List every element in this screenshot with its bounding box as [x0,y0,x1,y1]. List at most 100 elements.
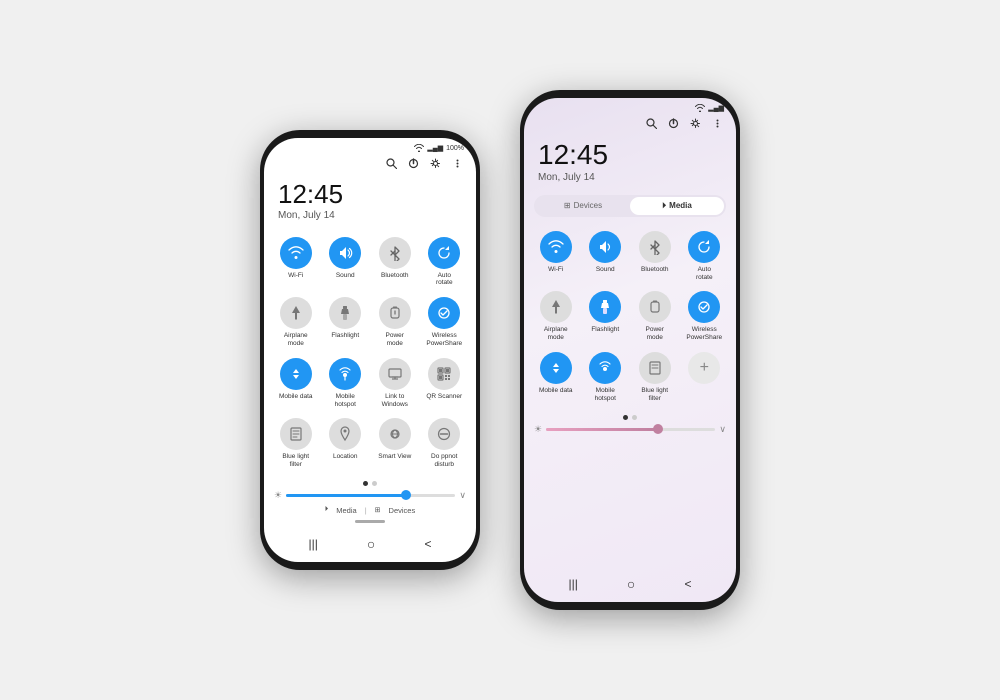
settings-icon-right[interactable] [688,116,702,130]
media-label-left[interactable]: Media [336,506,356,515]
nav-menu-right[interactable]: ||| [569,577,578,591]
clock-date-left: Mon, July 14 [278,210,462,221]
settings-icon-left[interactable] [428,156,442,170]
dot-inactive-left [372,481,377,486]
nav-home-left[interactable]: ○ [367,536,375,552]
clock-date-right: Mon, July 14 [538,172,722,183]
smartview-label-left: Smart View [378,453,411,461]
tile-smartview-left[interactable]: Smart View [371,414,419,473]
tile-mobiledata-right[interactable]: Mobile data [532,348,580,407]
home-indicator-left [264,518,476,525]
tab-devices[interactable]: ⊞ Devices [536,197,630,215]
signal-bars-right: ▂▄▆ [708,104,724,112]
tile-link-left[interactable]: Link toWindows [371,354,419,413]
tile-sound-left[interactable]: Sound [322,233,370,292]
plus-tile-icon-right: + [688,352,720,384]
autorotate-label-left: Autorotate [436,272,453,288]
tile-bluetooth-right[interactable]: Bluetooth [631,227,679,286]
tile-autorotate-right[interactable]: Autorotate [681,227,729,286]
power-icon-left[interactable] [406,156,420,170]
airplane-tile-icon-right [540,291,572,323]
tile-wifi-right[interactable]: Wi-Fi [532,227,580,286]
wireless-tile-icon [428,297,460,329]
hotspot-tile-icon [329,358,361,390]
more-icon-right[interactable] [710,116,724,130]
dnd-tile-icon [428,418,460,450]
clock-time-right: 12:45 [538,140,722,171]
autorotate-tile-icon-right [688,231,720,263]
link-label-left: Link toWindows [382,393,408,409]
expand-icon-left[interactable]: ∨ [459,490,466,501]
flashlight-tile-icon [329,297,361,329]
nav-back-left[interactable]: < [424,537,431,551]
autorotate-label-right: Autorotate [696,266,713,282]
tiles-grid-left: Wi-Fi Sound Bluetooth Auto [264,229,476,477]
smartview-tile-icon [379,418,411,450]
nav-bar-right: ||| ○ < [524,570,736,602]
tile-airplane-left[interactable]: Airplanemode [272,293,320,352]
tile-bluetooth-left[interactable]: Bluetooth [371,233,419,292]
location-tile-icon [329,418,361,450]
clock-time-left: 12:45 [278,180,462,209]
tile-hotspot-right[interactable]: Mobilehotspot [582,348,630,407]
wireless-label-left: WirelessPowerShare [426,332,462,348]
tile-sound-right[interactable]: Sound [582,227,630,286]
wifi-icon-right [695,104,705,112]
page-dots-right [524,415,736,420]
tile-autorotate-left[interactable]: Autorotate [421,233,469,292]
search-icon-right[interactable] [644,116,658,130]
dot-inactive-right [632,415,637,420]
tile-hotspot-left[interactable]: Mobilehotspot [322,354,370,413]
tile-location-left[interactable]: Location [322,414,370,473]
devices-icon-left: ⊞ [375,506,381,514]
tile-powermode-left[interactable]: Powermode [371,293,419,352]
wifi-tile-icon [280,237,312,269]
phone-left: ▂▄▆ 100% 12:45 Mon, July 14 [260,130,480,570]
status-bar-left: ▂▄▆ 100% [264,138,476,154]
tile-dnd-left[interactable]: Do ppnotdisturb [421,414,469,473]
tile-bluelight-left[interactable]: Blue lightfilter [272,414,320,473]
tab-media[interactable]: ⏵ Media [630,197,724,215]
media-tab-label: Media [669,201,692,210]
tile-mobiledata-left[interactable]: Mobile data [272,354,320,413]
top-icons-right [524,114,736,134]
signal-bars-left: ▂▄▆ [427,144,443,152]
dot-active-left [363,481,368,486]
expand-icon-right[interactable]: ∨ [719,424,726,435]
brightness-row-left: ☀ ∨ [264,488,476,503]
tile-wireless-left[interactable]: WirelessPowerShare [421,293,469,352]
power-icon-right[interactable] [666,116,680,130]
tile-plus-right[interactable]: + [681,348,729,407]
nav-home-right[interactable]: ○ [627,576,635,592]
bluetooth-label-right: Bluetooth [641,266,668,274]
brightness-slider-right[interactable] [546,428,715,431]
flashlight-tile-icon-right [589,291,621,323]
brightness-slider-left[interactable] [286,494,455,497]
tile-wifi-left[interactable]: Wi-Fi [272,233,320,292]
hotspot-label-right: Mobilehotspot [595,387,616,403]
screen-left: ▂▄▆ 100% 12:45 Mon, July 14 [264,138,476,562]
tile-qr-left[interactable]: QR Scanner [421,354,469,413]
tiles-grid-right: Wi-Fi Sound Bluetooth Auto [524,223,736,411]
nav-back-right[interactable]: < [684,577,691,591]
wifi-tile-icon-right [540,231,572,263]
more-icon-left[interactable] [450,156,464,170]
divider-left: | [365,506,367,515]
brightness-icon-left: ☀ [274,490,282,501]
tile-airplane-right[interactable]: Airplanemode [532,287,580,346]
bluetooth-tile-icon [379,237,411,269]
tile-wireless-right[interactable]: WirelessPowerShare [681,287,729,346]
media-icon-left: ⏵ [325,506,329,514]
media-tab-icon: ⏵ [662,201,666,211]
tile-bluelight-right[interactable]: Blue lightfilter [631,348,679,407]
tile-flashlight-left[interactable]: Flashlight [322,293,370,352]
phone-right: ▂▄▆ 12:45 Mon, July 14 ⊞ [520,90,740,610]
tile-flashlight-right[interactable]: Flashlight [582,287,630,346]
devices-label-left[interactable]: Devices [389,506,416,515]
tile-powermode-right[interactable]: Powermode [631,287,679,346]
battery-left: 100% [446,145,464,152]
nav-menu-left[interactable]: ||| [309,537,318,551]
search-icon-left[interactable] [384,156,398,170]
mobiledata-label-left: Mobile data [279,393,313,401]
airplane-label-left: Airplanemode [284,332,308,348]
